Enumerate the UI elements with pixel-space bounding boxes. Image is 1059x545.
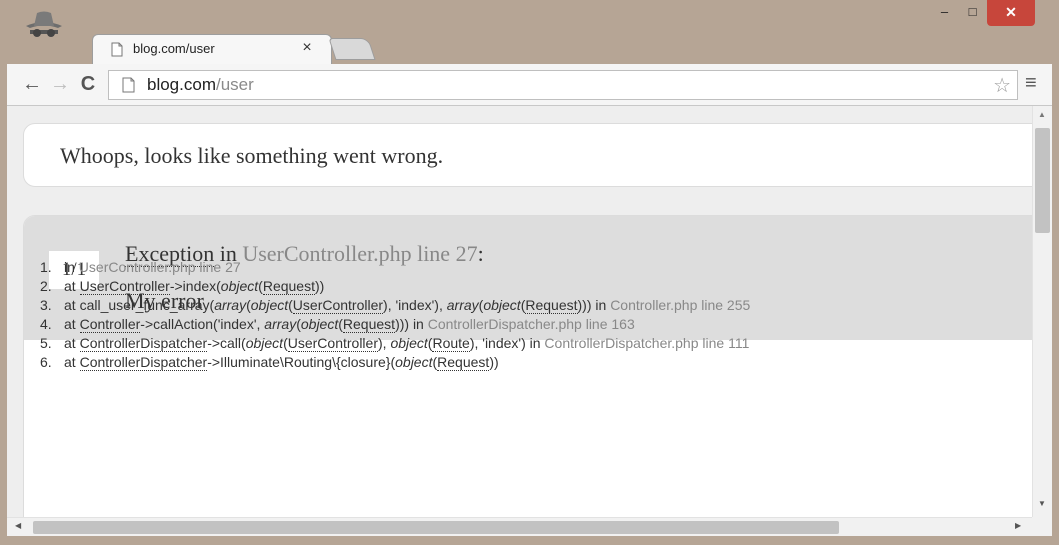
trace-item: 4. at Controller->callAction('index', arr… bbox=[40, 315, 750, 334]
vertical-scroll-thumb[interactable] bbox=[1035, 128, 1050, 233]
trace-file-link: Controller.php line 255 bbox=[610, 297, 751, 313]
trace-text: ), 'index'), bbox=[383, 297, 447, 313]
trace-class-name: UserController bbox=[79, 278, 170, 295]
tab-close-icon[interactable]: × bbox=[298, 39, 316, 57]
trace-class-name: Request bbox=[525, 297, 578, 314]
trace-type-keyword: array bbox=[446, 297, 479, 313]
trace-text: at bbox=[64, 278, 80, 294]
trace-type-keyword: object bbox=[483, 297, 521, 313]
trace-text: ), 'index') in bbox=[469, 335, 545, 351]
trace-type-keyword: object bbox=[300, 316, 339, 332]
browser-tab[interactable]: blog.com/user × bbox=[92, 34, 332, 64]
browser-toolbar: ← → C blog.com/user ☆ ≡ bbox=[7, 64, 1052, 106]
page-icon bbox=[122, 77, 135, 93]
trace-file-link: ControllerDispatcher.php line 163 bbox=[427, 316, 635, 332]
trace-number: 2. bbox=[40, 278, 52, 294]
trace-class-name: Controller bbox=[79, 316, 141, 333]
incognito-icon bbox=[26, 11, 62, 37]
trace-type-keyword: object bbox=[395, 354, 433, 370]
trace-text: in bbox=[64, 259, 79, 275]
tab-title: blog.com/user bbox=[133, 41, 215, 56]
trace-type-keyword: object bbox=[245, 335, 284, 351]
scroll-left-icon[interactable]: ◀ bbox=[15, 521, 21, 530]
trace-type-keyword: object bbox=[390, 335, 428, 351]
scroll-down-icon[interactable]: ▼ bbox=[1038, 499, 1046, 508]
trace-text: ->call( bbox=[207, 335, 246, 351]
scrollbar-corner bbox=[1032, 517, 1052, 536]
trace-text: ))) in bbox=[577, 297, 611, 313]
trace-number: 3. bbox=[40, 297, 52, 313]
trace-class-name: UserController bbox=[292, 297, 384, 314]
trace-type-keyword: array bbox=[264, 316, 297, 332]
trace-item: 1. in UserController.php line 27 bbox=[40, 258, 750, 277]
vertical-scrollbar[interactable]: ▲ ▼ bbox=[1032, 106, 1052, 517]
trace-item: 2. at UserController->index(object(Reques… bbox=[40, 277, 750, 296]
trace-text: )) bbox=[314, 278, 325, 294]
back-icon[interactable]: ← bbox=[21, 73, 43, 96]
trace-type-keyword: object bbox=[220, 278, 259, 294]
browser-window: blog.com/user × – □ ✕ ← → C blog.com/use… bbox=[0, 0, 1059, 545]
scroll-up-icon[interactable]: ▲ bbox=[1038, 110, 1046, 119]
trace-item: 6. at ControllerDispatcher->Illuminate\Ro… bbox=[40, 353, 750, 372]
trace-text: ->callAction('index', bbox=[140, 316, 265, 332]
window-close-icon[interactable]: ✕ bbox=[987, 0, 1035, 26]
trace-item: 3. at call_user_func_array(array(object(U… bbox=[40, 296, 750, 315]
scroll-right-icon[interactable]: ▶ bbox=[1015, 521, 1021, 530]
trace-file-link: ControllerDispatcher.php line 111 bbox=[544, 335, 750, 351]
trace-text: at bbox=[64, 316, 80, 332]
new-tab-button[interactable] bbox=[328, 38, 376, 60]
trace-class-name: Route bbox=[432, 335, 470, 352]
page-icon bbox=[111, 42, 123, 57]
page-viewport: Whoops, looks like something went wrong.… bbox=[7, 106, 1052, 536]
trace-text: )) bbox=[489, 354, 499, 370]
trace-text: at bbox=[64, 354, 80, 370]
page-title: Whoops, looks like something went wrong. bbox=[60, 143, 444, 168]
bookmark-star-icon[interactable]: ☆ bbox=[993, 73, 1011, 98]
minimize-icon[interactable]: – bbox=[931, 0, 958, 26]
trace-text: ->index( bbox=[169, 278, 221, 294]
trace-class-name: Request bbox=[262, 278, 315, 295]
trace-text: at bbox=[64, 335, 80, 351]
trace-type-keyword: array bbox=[214, 297, 247, 313]
trace-text: ->Illuminate\Routing\{closure}( bbox=[207, 354, 396, 370]
trace-number: 1. bbox=[40, 259, 52, 275]
url-text[interactable]: blog.com/user bbox=[147, 75, 254, 95]
maximize-icon[interactable]: □ bbox=[959, 0, 986, 26]
trace-text: ), bbox=[377, 335, 391, 351]
error-headline-box: Whoops, looks like something went wrong. bbox=[23, 123, 1052, 187]
trace-text: ))) in bbox=[395, 316, 428, 332]
horizontal-scroll-thumb[interactable] bbox=[33, 521, 839, 534]
trace-number: 4. bbox=[40, 316, 52, 332]
trace-item: 5. at ControllerDispatcher->call(object(U… bbox=[40, 334, 750, 353]
address-bar[interactable]: blog.com/user ☆ bbox=[108, 70, 1018, 100]
trace-class-name: ControllerDispatcher bbox=[79, 354, 208, 371]
horizontal-scrollbar[interactable]: ◀ ▶ bbox=[7, 517, 1032, 536]
url-path: /user bbox=[215, 75, 254, 94]
trace-class-name: Request bbox=[437, 354, 490, 371]
trace-number: 5. bbox=[40, 335, 52, 351]
trace-class-name: ControllerDispatcher bbox=[79, 335, 208, 352]
forward-icon[interactable]: → bbox=[49, 73, 71, 96]
stack-trace: 1. in UserController.php line 27 2. at User… bbox=[40, 258, 750, 372]
menu-icon[interactable]: ≡ bbox=[1025, 72, 1037, 95]
trace-file-link: UserController.php line 27 bbox=[78, 259, 241, 275]
trace-type-keyword: object bbox=[250, 297, 289, 313]
trace-number: 6. bbox=[40, 354, 52, 370]
reload-icon[interactable]: C bbox=[77, 73, 99, 96]
trace-class-name: UserController bbox=[287, 335, 378, 352]
trace-class-name: Request bbox=[342, 316, 396, 333]
trace-text: at call_user_func_array( bbox=[64, 297, 215, 313]
url-host: blog.com bbox=[147, 75, 216, 94]
